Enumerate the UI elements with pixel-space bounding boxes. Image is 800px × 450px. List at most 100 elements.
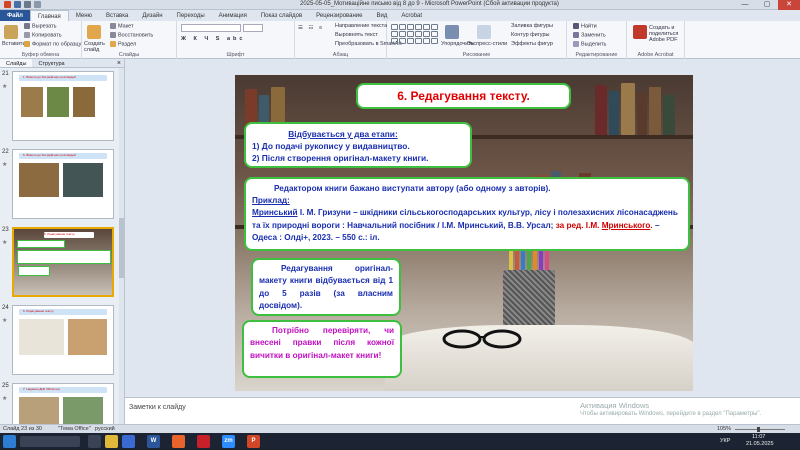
slides-panel: Слайды Структура × 21 ★ 1. Вимоги до біо… [0,59,125,450]
maximize-button[interactable]: ▢ [756,0,778,10]
tab-animation[interactable]: Анимация [212,10,254,21]
slide-thumbnail-23[interactable]: 23 ★ 6. Редагування тексту. [0,227,120,301]
tab-acrobat[interactable]: Acrobat [394,10,429,21]
section-icon [110,41,116,47]
font-size-select[interactable] [243,24,263,32]
minimize-button[interactable]: — [734,0,756,10]
font-format-buttons[interactable]: Ж К Ч S abc [181,36,245,42]
slide-thumbnail-22[interactable]: 22 ★ 5. Вимоги до біографічних розповіде… [0,149,120,223]
ribbon-tabs: Файл Главная Меню Вставка Дизайн Переход… [0,10,800,21]
format-painter-button[interactable]: Формат по образцу [24,41,81,47]
start-icon[interactable] [3,435,16,448]
panel-scrollbar[interactable] [119,68,124,424]
clock-date: 21.05.2025 [746,441,774,447]
tab-file[interactable]: Файл [0,10,30,21]
shape-fill-button[interactable]: Заливка фигуры [511,23,553,29]
close-button[interactable]: ✕ [778,0,800,10]
language-tray[interactable]: УКР [720,438,730,444]
font-group-label: Шрифт [226,52,245,58]
find-button[interactable]: Найти [573,23,597,29]
slides-group: Создать слайд Макет Восстановить Раздел … [82,21,177,59]
reset-button[interactable]: Восстановить [110,32,153,38]
example-label: Приклад: [252,196,290,206]
revisions-textbox[interactable]: Редагування оригінал-макету книги відбув… [251,258,401,316]
cursor-icon [573,41,579,47]
drawing-group: Упорядочить Экспресс-стили Заливка фигур… [387,21,567,59]
open-book-image [385,325,693,391]
example-reference: Мринський І. М. Гризуни – шкідники сільс… [252,208,678,242]
font-group: Ж К Ч S abc Шрифт [177,21,295,59]
word-icon[interactable]: W [147,435,160,448]
file-explorer-icon[interactable] [105,435,118,448]
tab-transitions[interactable]: Переходы [170,10,212,21]
stages-textbox[interactable]: Відбувається у два етапи: 1) До подачі р… [244,122,472,168]
cut-button[interactable]: Вырезать [24,23,56,29]
tab-home[interactable]: Главная [29,10,69,21]
stage-item-2: 2) Після створення оригінал-макету книги… [252,153,429,163]
taskbar-search[interactable] [20,436,80,447]
paste-button[interactable]: Вставить [2,41,25,47]
tab-insert[interactable]: Вставка [99,10,135,21]
check-textbox[interactable]: Потрібно перевіряти, чи внесені правки п… [242,320,402,378]
close-panel-button[interactable]: × [117,59,121,68]
quick-styles-button[interactable]: Экспресс-стили [467,41,507,47]
replace-button[interactable]: Заменить [573,32,606,38]
slide-title[interactable]: 6. Редагування тексту. [356,83,571,109]
tab-slideshow[interactable]: Показ слайдов [254,10,309,21]
powerpoint-icon[interactable]: P [247,435,260,448]
paste-icon[interactable] [4,25,18,39]
mail-icon[interactable] [122,435,135,448]
pdf-icon[interactable] [633,25,647,39]
editor-textbox[interactable]: Редактором книги бажано виступати автору… [244,177,690,251]
tab-view[interactable]: Вид [370,10,395,21]
current-slide[interactable]: 6. Редагування тексту. Відбувається у дв… [235,75,693,391]
theme-name: "Тема Office" [58,426,91,432]
zoom-app-icon[interactable]: zm [222,435,235,448]
editing-group: Найти Заменить Выделить Редактирование [567,21,627,59]
clipboard-group-label: Буфер обмена [21,52,60,58]
paragraph-group-label: Абзац [332,52,349,58]
firefox-icon[interactable] [172,435,185,448]
quick-styles-icon[interactable] [477,25,491,39]
undo-icon[interactable] [24,1,31,8]
language-indicator[interactable]: русский [95,426,115,432]
zoom-level[interactable]: 105% [717,426,731,432]
shape-effects-button[interactable]: Эффекты фигур [511,41,553,47]
shape-outline-button[interactable]: Контур фигуры [511,32,549,38]
tab-outline[interactable]: Структура [32,59,70,67]
slides-group-label: Слайды [118,52,140,58]
text-direction-button[interactable]: Направление текста [335,23,387,29]
arrange-icon[interactable] [445,25,459,39]
stages-heading: Відбувається у два етапи: [288,129,398,139]
align-text-button[interactable]: Выровнять текст [335,32,378,38]
redo-icon[interactable] [34,1,41,8]
tab-review[interactable]: Рецензирование [309,10,369,21]
paragraph-group: Направление текста Выровнять текст Преоб… [295,21,402,59]
opera-icon[interactable] [197,435,210,448]
new-slide-icon[interactable] [87,25,101,39]
tab-slides[interactable]: Слайды [0,59,33,67]
zoom-slider[interactable] [735,427,785,432]
task-view-icon[interactable] [88,435,101,448]
notes-placeholder: Заметки к слайду [129,404,186,411]
tab-design[interactable]: Дизайн [135,10,169,21]
shapes-gallery[interactable] [391,24,438,44]
ribbon: Вставить Вырезать Копировать Формат по о… [0,21,800,59]
select-button[interactable]: Выделить [573,41,606,47]
section-button[interactable]: Раздел [110,41,136,47]
replace-icon [573,32,579,38]
slide-thumbnail-21[interactable]: 21 ★ 1. Вимоги до біографічних розповіде… [0,71,120,145]
font-family-select[interactable] [181,24,241,32]
notes-pane[interactable]: Заметки к слайду Активация Windows Чтобы… [125,397,800,424]
stage-item-1: 1) До подачі рукопису у видавництво. [252,141,410,151]
slide-thumbnail-24[interactable]: 24 ★ 6. Редагування тексту. [0,305,120,379]
acrobat-group: Создать и поделиться Adobe PDF Adobe Acr… [627,21,685,59]
create-pdf-button[interactable]: Создать и поделиться Adobe PDF [649,25,685,43]
copy-button[interactable]: Копировать [24,32,62,38]
list-buttons[interactable]: ☰ ☷ ≡ [298,25,324,31]
layout-button[interactable]: Макет [110,23,134,29]
animation-star-icon: ★ [2,240,8,246]
save-icon[interactable] [14,1,21,8]
tab-menu[interactable]: Меню [69,10,99,21]
brush-icon [24,41,30,47]
